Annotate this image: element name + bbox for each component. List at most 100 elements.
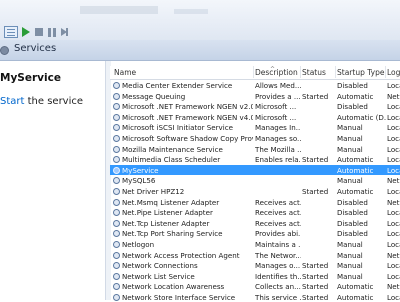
- service-row[interactable]: MySQL56 Manual Netw: [110, 175, 400, 186]
- service-startup-type: Manual: [337, 261, 363, 271]
- service-startup-type: Automatic (D...: [337, 112, 386, 122]
- service-row[interactable]: Net.Msmq Listener Adapter Receives act...…: [110, 197, 400, 208]
- service-row[interactable]: Net Driver HPZ12 Started Automatic Loca: [110, 186, 400, 197]
- service-name: Network Connections: [122, 261, 198, 271]
- column-status[interactable]: Status: [302, 68, 326, 77]
- service-row[interactable]: Network List Service Identifies th... Star…: [110, 271, 400, 282]
- service-gear-icon: [112, 251, 120, 259]
- service-log-on-as: Loca: [387, 165, 400, 175]
- service-row[interactable]: Mozilla Maintenance Service The Mozilla .…: [110, 144, 400, 155]
- service-startup-type: Disabled: [337, 81, 368, 90]
- service-description: Enables rela...: [255, 155, 301, 165]
- service-log-on-as: Netw: [387, 282, 400, 292]
- pause-icon[interactable]: [48, 28, 56, 37]
- service-gear-icon: [112, 134, 120, 142]
- play-icon[interactable]: [22, 27, 30, 37]
- grid-icon[interactable]: [4, 26, 18, 38]
- stop-icon[interactable]: [35, 28, 43, 36]
- service-row[interactable]: Network Connections Manages o... Started Ma…: [110, 260, 400, 271]
- service-gear-icon: [112, 198, 120, 206]
- service-gear-icon: [112, 176, 120, 185]
- service-log-on-as: Loca: [387, 81, 400, 90]
- service-row[interactable]: Network Store Interface Service This serv…: [110, 292, 400, 302]
- service-row[interactable]: Net.Tcp Listener Adapter Receives act... D…: [110, 218, 400, 229]
- service-gear-icon: [112, 208, 120, 217]
- service-log-on-as: Loca: [387, 123, 400, 133]
- column-description[interactable]: Description: [255, 68, 298, 77]
- service-name: Network List Service: [122, 271, 195, 281]
- service-row[interactable]: Microsoft Software Shadow Copy Provider M…: [110, 133, 400, 144]
- service-gear-icon: [112, 123, 120, 132]
- service-name: Microsoft .NET Framework NGEN v4.0.303..…: [122, 112, 253, 122]
- service-details-panel: MyService Start the service: [0, 61, 105, 300]
- service-name: Microsoft .NET Framework NGEN v2.0.507..…: [122, 102, 253, 112]
- service-startup-type: Disabled: [337, 229, 368, 239]
- service-log-on-as: Loca: [387, 133, 400, 143]
- service-gear-icon: [112, 219, 120, 227]
- service-name: Network Access Protection Agent: [122, 250, 240, 260]
- start-service-link[interactable]: Start: [0, 96, 24, 107]
- service-startup-type: Manual: [337, 123, 363, 133]
- restart-icon[interactable]: [61, 28, 68, 36]
- start-service-line: Start the service: [0, 96, 83, 107]
- service-description: Receives act...: [255, 218, 301, 228]
- service-description: Receives act...: [255, 197, 301, 207]
- service-description: Microsoft ...: [255, 102, 297, 112]
- service-row[interactable]: Microsoft .NET Framework NGEN v4.0.303..…: [110, 112, 400, 123]
- service-name: MyService: [122, 165, 159, 175]
- column-separator[interactable]: [385, 66, 386, 78]
- service-description: Receives act...: [255, 208, 301, 218]
- column-startup-type[interactable]: Startup Type: [337, 68, 384, 77]
- service-rows: Media Center Extender Service Allows Med.…: [110, 80, 400, 302]
- toolbar-faded-menu: [80, 6, 158, 14]
- service-row[interactable]: Net.Pipe Listener Adapter Receives act...…: [110, 207, 400, 218]
- service-name: Net.Tcp Listener Adapter: [122, 218, 210, 228]
- service-log-on-as: Loca: [387, 239, 400, 249]
- service-row[interactable]: Net.Tcp Port Sharing Service Provides abi…: [110, 228, 400, 239]
- service-row[interactable]: Microsoft .NET Framework NGEN v2.0.507..…: [110, 101, 400, 112]
- service-startup-type: Manual: [337, 239, 363, 249]
- service-name: MySQL56: [122, 176, 156, 186]
- service-row[interactable]: Network Location Awareness Collects an...…: [110, 281, 400, 292]
- service-description: Microsoft ...: [255, 112, 297, 122]
- service-description: This service ...: [255, 292, 301, 302]
- service-row[interactable]: Microsoft iSCSI Initiator Service Manages…: [110, 122, 400, 133]
- column-separator[interactable]: [335, 66, 336, 78]
- service-log-on-as: Loca: [387, 186, 400, 196]
- service-gear-icon: [112, 272, 120, 280]
- service-description: The Mozilla ...: [255, 144, 301, 154]
- service-gear-icon: [112, 81, 120, 89]
- service-name: Network Store Interface Service: [122, 292, 236, 302]
- service-startup-type: Automatic: [337, 91, 374, 101]
- column-name[interactable]: Name: [114, 68, 136, 77]
- service-description: Manages In...: [255, 123, 301, 133]
- service-log-on-as: Loca: [387, 218, 400, 228]
- toolbar-faded-menu-2: [174, 9, 208, 14]
- service-row[interactable]: Multimedia Class Scheduler Enables rela..…: [110, 154, 400, 165]
- service-gear-icon: [112, 155, 120, 164]
- column-separator[interactable]: [253, 66, 254, 78]
- service-description: Maintains a ...: [255, 239, 301, 249]
- service-name: Netlogon: [122, 239, 155, 249]
- service-status: Started: [302, 186, 329, 196]
- service-description: The Networ...: [255, 250, 301, 260]
- service-row[interactable]: Netlogon Maintains a ... Manual Loca: [110, 239, 400, 250]
- service-row[interactable]: Network Access Protection Agent The Netwo…: [110, 250, 400, 261]
- service-gear-icon: [112, 282, 120, 291]
- service-startup-type: Manual: [337, 133, 363, 143]
- service-startup-type: Automatic: [337, 292, 374, 302]
- service-row[interactable]: Message Queuing Provides a ... Started Auto…: [110, 91, 400, 102]
- service-status: Started: [302, 261, 329, 271]
- service-description: Identifies th...: [255, 271, 301, 281]
- column-separator[interactable]: [300, 66, 301, 78]
- service-gear-icon: [112, 166, 120, 174]
- service-gear-icon: [112, 187, 120, 195]
- column-log-on-as[interactable]: Log: [387, 68, 400, 77]
- service-name: Microsoft Software Shadow Copy Provider: [122, 133, 253, 143]
- service-row[interactable]: MyService Automatic Loca: [110, 164, 400, 176]
- service-gear-icon: [112, 113, 120, 121]
- service-row[interactable]: Media Center Extender Service Allows Med.…: [110, 80, 400, 91]
- service-startup-type: Disabled: [337, 218, 368, 228]
- header-title: Services: [14, 43, 57, 54]
- service-startup-type: Manual: [337, 250, 363, 260]
